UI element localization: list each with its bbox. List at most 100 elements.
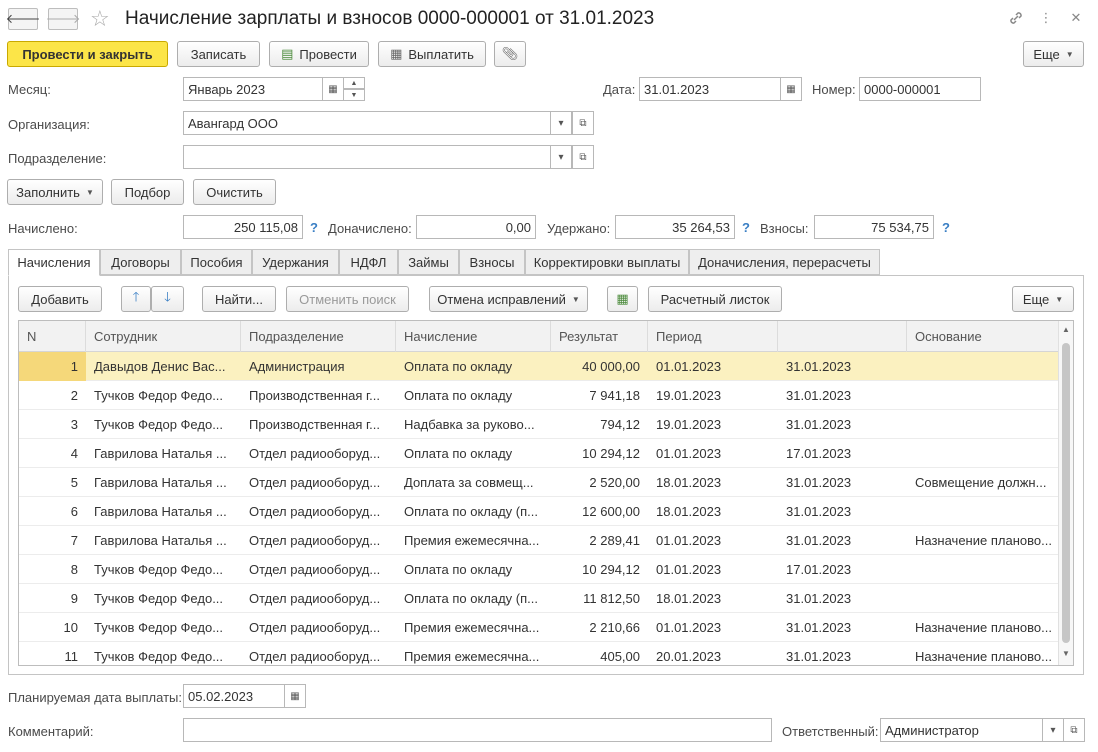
table-cell[interactable]: Отдел радиооборуд...	[241, 555, 396, 584]
table-cell[interactable]: 17.01.2023	[778, 439, 907, 468]
table-cell[interactable]: 2 210,66	[551, 613, 648, 642]
dropdown-icon[interactable]: ▾	[550, 145, 572, 169]
calendar-icon[interactable]: ▦	[322, 77, 344, 101]
table-cell[interactable]	[907, 584, 1059, 613]
table-cell[interactable]: 01.01.2023	[648, 613, 778, 642]
table-cell[interactable]: 3	[19, 410, 86, 439]
table-cell[interactable]: 31.01.2023	[778, 410, 907, 439]
tab-contributions[interactable]: Взносы	[459, 249, 525, 275]
table-cell[interactable]: 18.01.2023	[648, 584, 778, 613]
close-icon[interactable]: ✕	[1066, 8, 1086, 28]
move-up-button[interactable]: 🡑	[121, 286, 151, 312]
table-cell[interactable]: 7 941,18	[551, 381, 648, 410]
tab-ndfl[interactable]: НДФЛ	[339, 249, 398, 275]
tab-loans[interactable]: Займы	[398, 249, 459, 275]
table-cell[interactable]: Назначение планово...	[907, 642, 1059, 665]
table-cell[interactable]: 8	[19, 555, 86, 584]
table-cell[interactable]: 2 289,41	[551, 526, 648, 555]
table-cell[interactable]: 10 294,12	[551, 439, 648, 468]
table-cell[interactable]	[907, 555, 1059, 584]
table-cell[interactable]: 405,00	[551, 642, 648, 665]
table-cell[interactable]: Тучков Федор Федо...	[86, 613, 241, 642]
table-cell[interactable]: 6	[19, 497, 86, 526]
table-cell[interactable]: Назначение планово...	[907, 526, 1059, 555]
table-cell[interactable]: 5	[19, 468, 86, 497]
open-icon[interactable]: ⧉	[572, 111, 594, 135]
scroll-thumb[interactable]	[1062, 343, 1070, 643]
scroll-up-icon[interactable]: ▲	[1062, 325, 1070, 334]
table-cell[interactable]: Премия ежемесячна...	[396, 613, 551, 642]
table-cell[interactable]	[907, 439, 1059, 468]
move-down-button[interactable]: 🡓	[151, 286, 184, 312]
table-cell[interactable]: Тучков Федор Федо...	[86, 410, 241, 439]
table-cell[interactable]: 31.01.2023	[778, 381, 907, 410]
table-cell[interactable]: Производственная г...	[241, 410, 396, 439]
table-cell[interactable]: 31.01.2023	[778, 642, 907, 665]
table-cell[interactable]: Совмещение должн...	[907, 468, 1059, 497]
table-cell[interactable]: 10	[19, 613, 86, 642]
table-cell[interactable]: 794,12	[551, 410, 648, 439]
table-row[interactable]: 8 Тучков Федор Федо... Отдел радиооборуд..…	[19, 555, 1059, 584]
find-button[interactable]: Найти...	[202, 286, 276, 312]
table-row[interactable]: 4 Гаврилова Наталья ... Отдел радиооборуд.…	[19, 439, 1059, 468]
table-row[interactable]: 5 Гаврилова Наталья ... Отдел радиооборуд.…	[19, 468, 1059, 497]
table-cell[interactable]	[907, 497, 1059, 526]
table-cell[interactable]: Тучков Федор Федо...	[86, 584, 241, 613]
open-icon[interactable]: ⧉	[1063, 718, 1085, 742]
back-button[interactable]: 🡐	[6, 8, 40, 30]
table-cell[interactable]: 19.01.2023	[648, 381, 778, 410]
post-button[interactable]: ▤ Провести	[269, 41, 369, 67]
table-cell[interactable]: 31.01.2023	[778, 526, 907, 555]
table-cell[interactable]: Гаврилова Наталья ...	[86, 497, 241, 526]
attachment-button[interactable]: 📎︎	[494, 41, 526, 67]
help-icon[interactable]: ?	[310, 220, 318, 235]
organization-field[interactable]: Авангард ООО	[183, 111, 551, 135]
table-row[interactable]: 1 Давыдов Денис Вас... Администрация Оплата…	[19, 352, 1059, 381]
table-cell[interactable]: 31.01.2023	[778, 352, 907, 381]
vertical-scrollbar[interactable]: ▲ ▼	[1058, 321, 1073, 665]
table-cell[interactable]: 11	[19, 642, 86, 665]
table-cell[interactable]: Давыдов Денис Вас...	[86, 352, 241, 381]
dropdown-icon[interactable]: ▾	[1042, 718, 1064, 742]
table-cell[interactable]: 2	[19, 381, 86, 410]
table-cell[interactable]: Надбавка за руково...	[396, 410, 551, 439]
date-field[interactable]: 31.01.2023	[639, 77, 781, 101]
forward-button[interactable]: 🡒	[46, 8, 80, 30]
table-cell[interactable]: 31.01.2023	[778, 468, 907, 497]
table-cell[interactable]	[907, 381, 1059, 410]
table-cell[interactable]: Оплата по окладу	[396, 555, 551, 584]
column-header[interactable]: Начисление	[396, 321, 551, 352]
help-icon[interactable]: ?	[942, 220, 950, 235]
table-cell[interactable]: 01.01.2023	[648, 439, 778, 468]
table-cell[interactable]: Гаврилова Наталья ...	[86, 439, 241, 468]
more-button[interactable]: Еще ▼	[1023, 41, 1084, 67]
column-header[interactable]: Сотрудник	[86, 321, 241, 352]
table-cell[interactable]: 01.01.2023	[648, 352, 778, 381]
column-header[interactable]: Период	[648, 321, 778, 352]
table-cell[interactable]: Администрация	[241, 352, 396, 381]
table-cell[interactable]: 10 294,12	[551, 555, 648, 584]
column-header[interactable]	[778, 321, 907, 352]
table-cell[interactable]: Отдел радиооборуд...	[241, 526, 396, 555]
scroll-down-icon[interactable]: ▼	[1062, 649, 1070, 658]
responsible-field[interactable]: Администратор	[880, 718, 1043, 742]
department-field[interactable]	[183, 145, 551, 169]
table-cell[interactable]: 4	[19, 439, 86, 468]
payment-date-field[interactable]: 05.02.2023	[183, 684, 285, 708]
tab-recalculations[interactable]: Доначисления, перерасчеты	[689, 249, 880, 275]
table-cell[interactable]: 9	[19, 584, 86, 613]
table-cell[interactable]: Доплата за совмещ...	[396, 468, 551, 497]
table-cell[interactable]: 7	[19, 526, 86, 555]
favorite-star-icon[interactable]: ☆	[90, 6, 110, 32]
table-row[interactable]: 11 Тучков Федор Федо... Отдел радиооборуд.…	[19, 642, 1059, 665]
column-header[interactable]: Подразделение	[241, 321, 396, 352]
pay-button[interactable]: ▦ Выплатить	[378, 41, 486, 67]
month-field[interactable]: Январь 2023	[183, 77, 323, 101]
number-field[interactable]: 0000-000001	[859, 77, 981, 101]
table-cell[interactable]: Производственная г...	[241, 381, 396, 410]
table-cell[interactable]: Тучков Федор Федо...	[86, 381, 241, 410]
table-cell[interactable]: 01.01.2023	[648, 555, 778, 584]
table-cell[interactable]: 31.01.2023	[778, 613, 907, 642]
help-icon[interactable]: ?	[742, 220, 750, 235]
post-and-close-button[interactable]: Провести и закрыть	[7, 41, 168, 67]
